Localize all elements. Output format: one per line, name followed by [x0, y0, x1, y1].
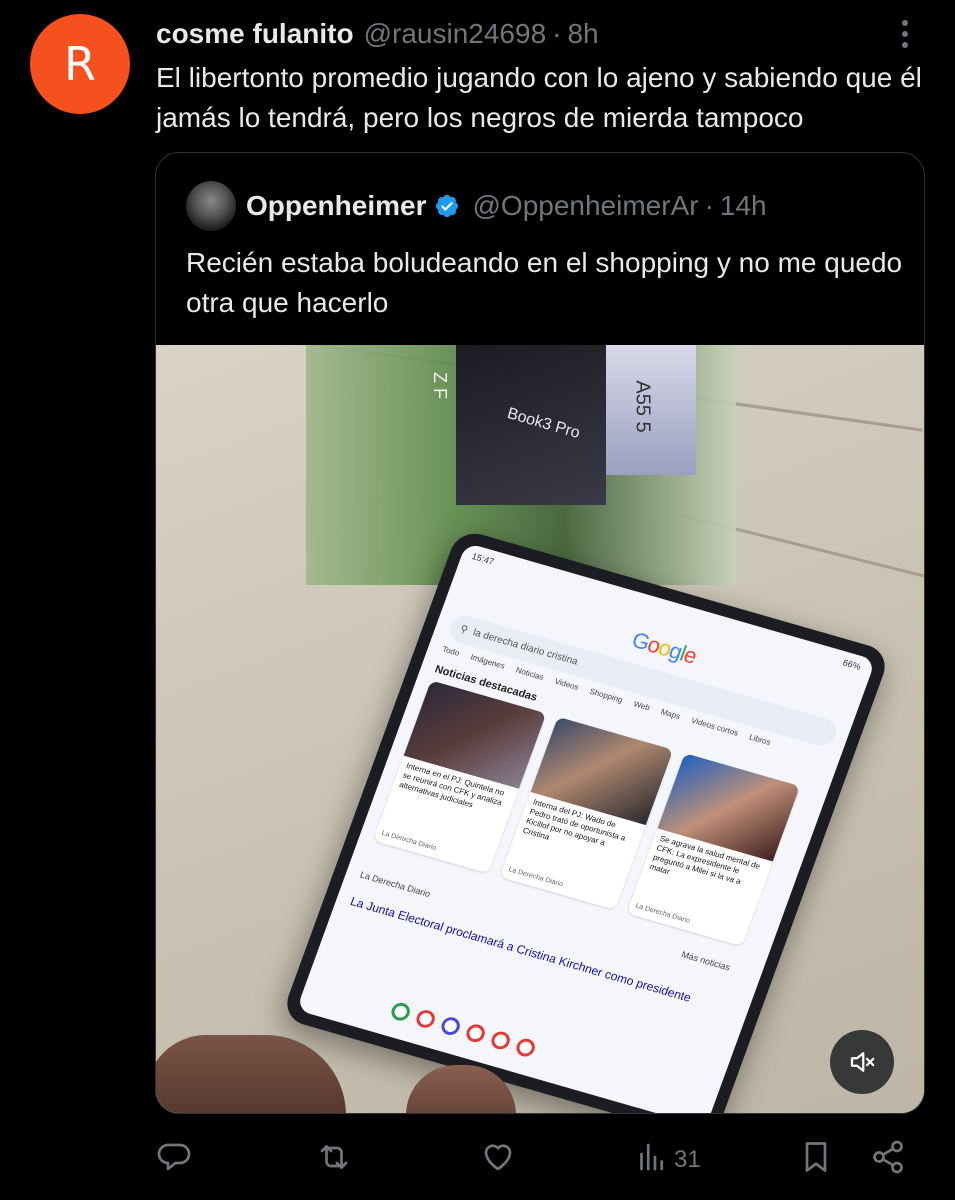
- tab-label: Maps: [659, 707, 682, 722]
- phone-dock: [388, 1000, 538, 1059]
- status-time: 15:47: [470, 551, 496, 567]
- news-source: La Derecha Diario: [507, 866, 565, 889]
- timestamp[interactable]: 8h: [567, 18, 598, 50]
- quoted-display-name: Oppenheimer: [246, 190, 427, 221]
- tweet-text: El libertonto promedio jugando con lo aj…: [156, 62, 922, 133]
- battery-level: 66%: [841, 657, 863, 672]
- tab-label: Noticias: [514, 665, 545, 682]
- avatar-letter: R: [64, 37, 96, 91]
- news-source: La Derecha Diario: [380, 829, 438, 852]
- share-button[interactable]: [870, 1138, 906, 1182]
- app-icon: [413, 1007, 438, 1030]
- quoted-tweet[interactable]: Oppenheimer @OppenheimerAr · 14h Recién …: [155, 152, 925, 1114]
- share-icon: [870, 1139, 906, 1182]
- app-icon: [463, 1022, 488, 1045]
- quoted-timestamp: 14h: [719, 190, 767, 221]
- app-icon: [388, 1000, 413, 1023]
- more-vertical-icon[interactable]: [893, 16, 917, 52]
- bookmark-icon: [798, 1139, 834, 1182]
- quoted-header: Oppenheimer @OppenheimerAr · 14h: [246, 186, 767, 226]
- retweet-button[interactable]: [316, 1138, 352, 1182]
- product-box: A55 5: [606, 345, 696, 475]
- google-logo: Google: [628, 627, 700, 669]
- views-button[interactable]: 31: [634, 1138, 701, 1182]
- search-icon: ⚲: [458, 623, 470, 636]
- heart-icon: [480, 1139, 516, 1182]
- product-box: Book3 Pro: [456, 345, 606, 505]
- like-button[interactable]: [480, 1138, 516, 1182]
- tab-label: Videos: [553, 676, 580, 692]
- action-bar: 31: [156, 1138, 916, 1182]
- bookmark-button[interactable]: [798, 1138, 834, 1182]
- views-icon: [634, 1139, 670, 1182]
- box-label: Book3 Pro: [505, 405, 582, 442]
- box-label: Z F: [430, 372, 450, 399]
- reply-icon: [156, 1139, 192, 1182]
- reply-button[interactable]: [156, 1138, 192, 1182]
- tab-label: Shopping: [588, 686, 624, 705]
- display-name[interactable]: cosme fulanito: [156, 18, 354, 50]
- app-icon: [438, 1015, 463, 1038]
- user-handle[interactable]: @rausin24698: [364, 18, 547, 50]
- tab-label: Imágenes: [469, 652, 507, 671]
- views-count: 31: [674, 1146, 701, 1173]
- retweet-icon: [316, 1139, 352, 1182]
- separator-dot: ·: [552, 18, 562, 49]
- volume-muted-icon[interactable]: [830, 1030, 894, 1094]
- quoted-avatar[interactable]: [186, 181, 236, 231]
- app-icon: [488, 1029, 513, 1052]
- tab-label: Web: [632, 699, 652, 713]
- verified-badge-icon: [434, 193, 460, 219]
- dot: [902, 42, 908, 48]
- separator-dot: ·: [704, 190, 714, 221]
- avatar[interactable]: R: [30, 14, 130, 114]
- tab-label: Todo: [440, 644, 461, 658]
- quoted-text: Recién estaba boludeando en el shopping …: [186, 247, 903, 318]
- box-label: A55 5: [631, 380, 654, 433]
- app-icon: [513, 1036, 538, 1059]
- tweet-header: cosme fulanito @rausin24698 · 8h: [156, 14, 599, 54]
- news-source: La Derecha Diario: [634, 902, 692, 925]
- video-player[interactable]: Book3 Pro A55 5 Z F 15:47 66% Google ⚲ l…: [156, 345, 924, 1113]
- tab-label: Libros: [747, 732, 772, 747]
- quoted-handle: @OppenheimerAr: [472, 190, 699, 221]
- dot: [902, 31, 908, 37]
- dot: [902, 20, 908, 26]
